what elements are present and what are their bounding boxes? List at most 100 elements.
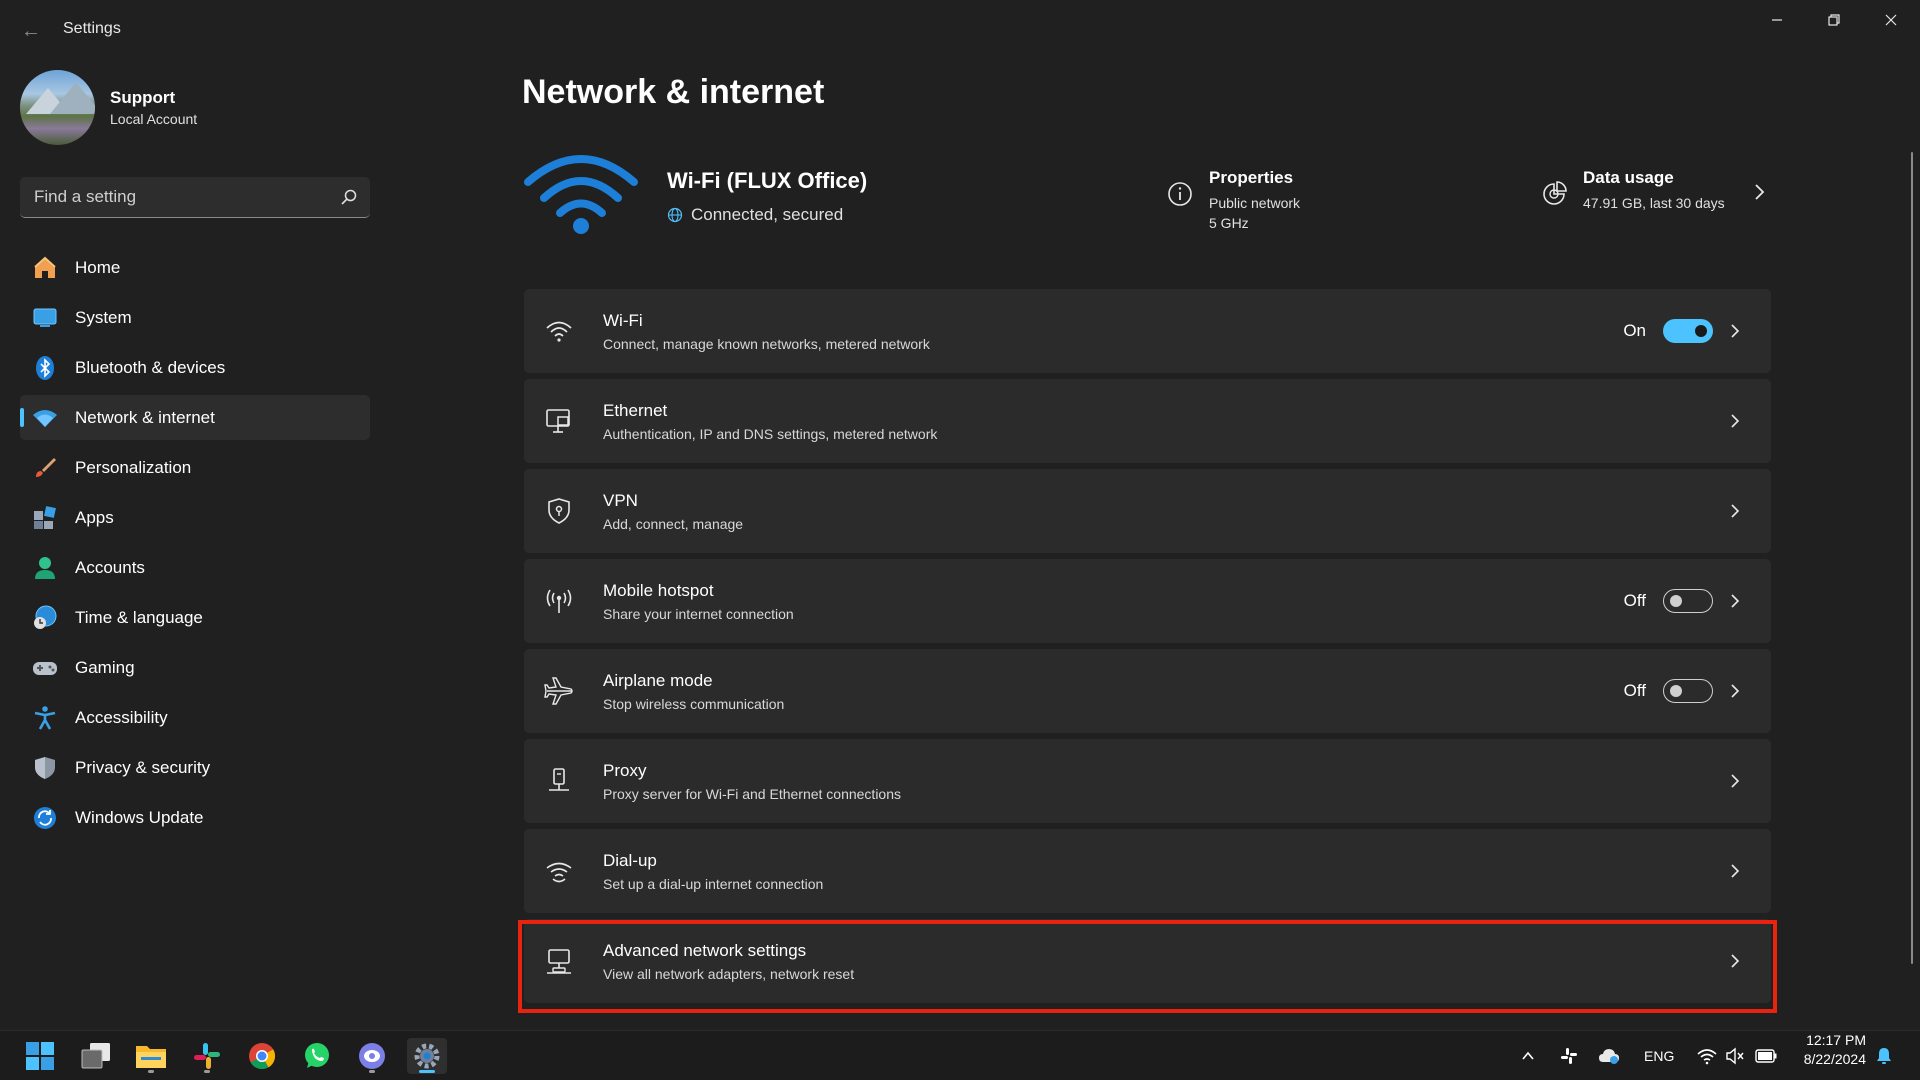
sidebar-item-label: Privacy & security [75,757,211,777]
sidebar-item-windows-update[interactable]: Windows Update [20,795,370,840]
clock[interactable]: 12:17 PM 8/22/2024 [1784,1031,1866,1069]
gaming-icon [32,655,58,681]
sidebar-item-label: System [75,307,132,327]
sidebar-item-label: Accounts [75,557,145,577]
properties-link[interactable]: Properties Public network 5 GHz [1166,168,1416,238]
card-title: Mobile hotspot [603,580,714,600]
accessibility-icon [32,705,58,731]
dial-up-card[interactable]: Dial-up Set up a dial-up internet connec… [524,829,1771,913]
slack-tray-icon[interactable] [1560,1047,1578,1065]
task-view-button[interactable] [76,1038,116,1074]
file-explorer-button[interactable] [131,1038,171,1074]
sidebar-nav: Home System Bluetooth & devices Network … [20,245,370,845]
sidebar-item-label: Accessibility [75,707,168,727]
running-indicator [148,1070,154,1073]
airplane-toggle[interactable] [1663,679,1713,703]
globe-icon [667,207,683,223]
start-button[interactable] [20,1038,60,1074]
page-title: Network & internet [522,73,825,111]
slack-button[interactable] [187,1038,227,1074]
system-icon [32,305,58,331]
settings-list: Wi-Fi Connect, manage known networks, me… [524,289,1771,1009]
advanced-network-settings-card[interactable]: Advanced network settings View all netwo… [524,919,1771,1003]
sidebar-item-system[interactable]: System [20,295,370,340]
sidebar-item-privacy-security[interactable]: Privacy & security [20,745,370,790]
sidebar-item-gaming[interactable]: Gaming [20,645,370,690]
sidebar-item-label: Bluetooth & devices [75,357,226,377]
back-button[interactable]: ← [18,18,44,44]
home-icon [32,255,58,281]
profile-name: Support [110,88,176,107]
wifi-tray-icon[interactable] [1697,1047,1717,1065]
whatsapp-icon [305,1043,329,1068]
minimize-icon [1772,19,1782,21]
wifi-card[interactable]: Wi-Fi Connect, manage known networks, me… [524,289,1771,373]
sidebar-item-label: Gaming [75,657,135,677]
properties-network-type: Public network [1209,195,1301,211]
airplane-icon [544,676,574,706]
time-language-icon [32,605,58,631]
proxy-card[interactable]: Proxy Proxy server for Wi-Fi and Etherne… [524,739,1771,823]
profile-account-type: Local Account [110,111,198,127]
chevron-up-icon[interactable] [1520,1048,1536,1064]
chat-app-icon [359,1043,385,1069]
chrome-button[interactable] [242,1038,282,1074]
sidebar-item-accounts[interactable]: Accounts [20,545,370,590]
vpn-card[interactable]: VPN Add, connect, manage [524,469,1771,553]
airplane-state-label: Off [1623,681,1646,700]
app-title: Settings [63,20,121,37]
notification-bell-icon[interactable] [1875,1046,1893,1066]
wifi-state-label: On [1623,321,1646,340]
sidebar-item-accessibility[interactable]: Accessibility [20,695,370,740]
battery-icon[interactable] [1755,1049,1777,1063]
language-indicator[interactable]: ENG [1644,1048,1674,1064]
sidebar-item-time-language[interactable]: Time & language [20,595,370,640]
system-tray: ENG [1520,1031,1777,1080]
chevron-right-icon [1755,184,1765,200]
clock-date: 8/22/2024 [1803,1051,1866,1067]
avatar [20,70,95,145]
card-title: Ethernet [603,400,668,420]
network-icon [32,405,58,431]
search-icon[interactable] [340,188,358,206]
sidebar-item-network[interactable]: Network & internet [20,395,370,440]
data-usage-link[interactable]: Data usage 47.91 GB, last 30 days [1540,168,1780,228]
card-title: Airplane mode [603,670,713,690]
volume-muted-icon[interactable] [1725,1047,1745,1065]
whatsapp-button[interactable] [297,1038,337,1074]
mobile-hotspot-card[interactable]: Mobile hotspot Share your internet conne… [524,559,1771,643]
close-button[interactable] [1868,6,1914,34]
sidebar-item-label: Home [75,257,121,277]
airplane-mode-card[interactable]: Airplane mode Stop wireless communicatio… [524,649,1771,733]
wifi-toggle[interactable] [1663,319,1713,343]
sidebar-item-bluetooth[interactable]: Bluetooth & devices [20,345,370,390]
card-title: Wi-Fi [603,310,643,330]
sidebar-item-personalization[interactable]: Personalization [20,445,370,490]
settings-button[interactable] [407,1038,447,1074]
ethernet-card[interactable]: Ethernet Authentication, IP and DNS sett… [524,379,1771,463]
sidebar-item-label: Time & language [75,607,203,627]
card-subtitle: View all network adapters, network reset [603,965,855,982]
card-subtitle: Share your internet connection [603,605,794,622]
shield-icon [32,755,58,781]
data-usage-icon [1543,181,1567,205]
connection-name: Wi-Fi (FLUX Office) [667,168,868,193]
cloud-icon[interactable] [1598,1047,1620,1065]
minimize-button[interactable] [1754,6,1800,34]
ethernet-icon [544,406,574,436]
scrollbar[interactable] [1911,152,1913,964]
card-subtitle: Proxy server for Wi-Fi and Ethernet conn… [603,785,902,802]
user-profile[interactable]: Support Local Account [20,70,360,146]
connection-status-text: Connected, secured [691,205,844,224]
search-input[interactable] [20,177,330,217]
sidebar-item-label: Personalization [75,457,192,477]
sidebar-item-home[interactable]: Home [20,245,370,290]
sidebar-item-apps[interactable]: Apps [20,495,370,540]
running-indicator [369,1070,375,1073]
brush-icon [32,455,58,481]
properties-band: 5 GHz [1209,215,1249,231]
hotspot-toggle[interactable] [1663,589,1713,613]
accounts-icon [32,555,58,581]
app-button[interactable] [352,1038,392,1074]
restore-button[interactable] [1811,6,1857,34]
